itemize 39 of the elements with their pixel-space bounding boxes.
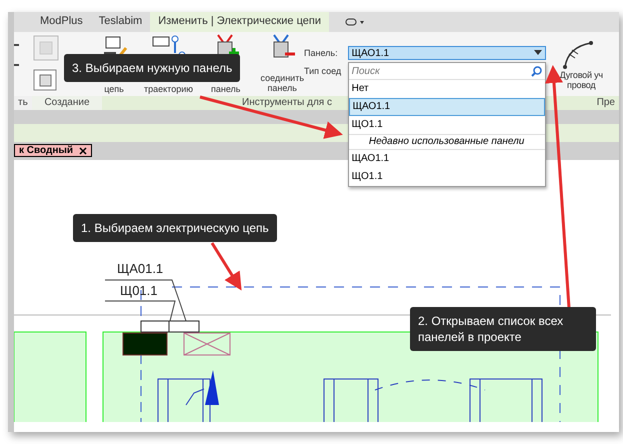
dropdown-toggle-icon[interactable] xyxy=(344,17,365,27)
instruction-tooltip: 1. Выбираем электрическую цепь xyxy=(73,214,277,242)
caret-icon xyxy=(534,50,542,56)
panel-label: Панель: xyxy=(304,48,338,58)
arrow-symbol xyxy=(205,370,219,405)
tool-label: панель xyxy=(211,84,240,94)
search-field[interactable]: Поиск xyxy=(352,66,531,76)
panel-combobox[interactable]: ЩАО1.1 xyxy=(348,46,546,60)
circuit-tag: Щ01.1 xyxy=(120,283,158,298)
instruction-tooltip: 2. Открываем список всех панелей в проекте xyxy=(410,307,596,351)
tag-box xyxy=(168,320,200,332)
list-item[interactable]: Нет xyxy=(348,80,545,98)
fixture-drawing xyxy=(184,332,230,356)
document-tab[interactable]: к Сводный xyxy=(14,144,92,157)
search-icon xyxy=(530,66,542,76)
list-item[interactable]: ЩАО1.1 xyxy=(348,150,545,168)
tool-label: соединить панель xyxy=(260,73,304,93)
door-drawing xyxy=(158,378,210,422)
tool-label[interactable]: Дуговой уч провод xyxy=(560,70,603,90)
ribbon-tab[interactable]: ModPlus xyxy=(32,12,91,32)
tool-label: цепь xyxy=(104,84,124,94)
list-item[interactable]: ЩАО1.1 xyxy=(348,98,545,116)
dash-mark xyxy=(14,44,19,46)
instruction-tooltip: 3. Выбираем нужную панель xyxy=(64,54,240,82)
group-label: Инструменты для с xyxy=(102,96,336,110)
close-icon[interactable] xyxy=(79,146,88,154)
ribbon-tab[interactable]: Teslabim xyxy=(90,12,150,32)
list-section-header: Недавно использованные панели xyxy=(348,134,545,150)
circuit-tag: ЩА01.1 xyxy=(117,261,164,276)
tag-box xyxy=(140,320,170,332)
list-item[interactable]: ЩО1.1 xyxy=(348,168,545,186)
connection-type-label: Тип соед xyxy=(304,66,342,76)
dash-mark xyxy=(14,64,19,66)
pointer-arrow xyxy=(210,242,242,291)
tool-label: траекторию xyxy=(144,84,193,94)
group-label: Создание xyxy=(32,96,102,110)
ribbon-tab[interactable]: Изменить | Электрические цепи xyxy=(150,12,329,32)
group-label: ть xyxy=(14,96,32,110)
list-item[interactable]: ЩО1.1 xyxy=(348,116,545,134)
